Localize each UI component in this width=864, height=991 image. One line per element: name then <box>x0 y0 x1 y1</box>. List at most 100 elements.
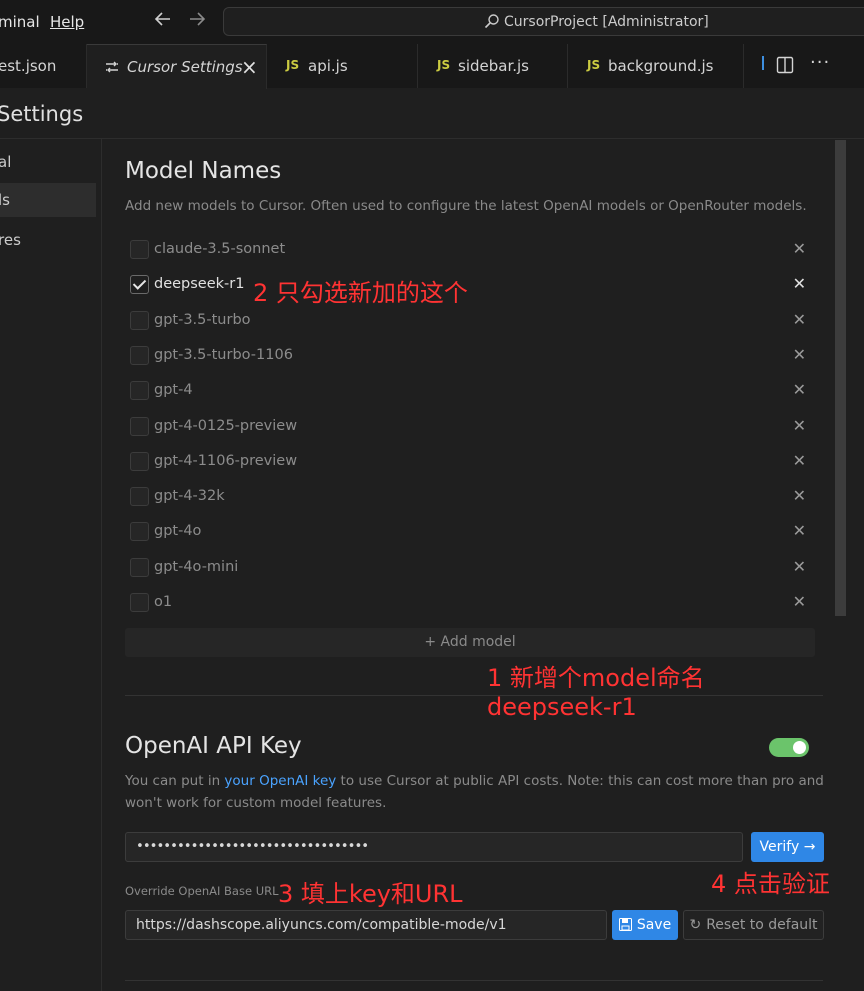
openai-section-description: You can put in your OpenAI key to use Cu… <box>125 770 825 814</box>
sidebar-item-label: ls <box>0 191 10 209</box>
model-checkbox[interactable] <box>130 522 149 541</box>
tab-test-json[interactable]: est.json <box>0 44 87 88</box>
model-checkbox[interactable] <box>130 346 149 365</box>
model-checkbox[interactable] <box>130 452 149 471</box>
model-checkbox[interactable] <box>130 417 149 436</box>
page-title: Settings <box>0 102 84 126</box>
tab-sidebar-js[interactable]: JS sidebar.js <box>418 44 568 88</box>
sidebar-item-features[interactable]: res <box>0 223 96 257</box>
search-icon <box>484 14 499 29</box>
close-tab-icon[interactable]: × <box>241 55 258 79</box>
sidebar-item-label: res <box>0 231 21 249</box>
remove-model-icon[interactable]: ✕ <box>793 592 806 611</box>
menu-help[interactable]: Help <box>50 13 84 31</box>
model-name: gpt-4o-mini <box>154 559 239 575</box>
base-url-label: Override OpenAI Base URL <box>125 884 279 898</box>
remove-model-icon[interactable]: ✕ <box>793 416 806 435</box>
javascript-file-icon: JS <box>587 58 601 72</box>
model-row[interactable]: claude-3.5-sonnet ✕ <box>130 235 816 265</box>
remove-model-icon[interactable]: ✕ <box>793 451 806 470</box>
desc-text: You can put in <box>125 773 225 789</box>
remove-model-icon[interactable]: ✕ <box>793 521 806 540</box>
tab-label: api.js <box>308 57 348 75</box>
model-checkbox[interactable] <box>130 558 149 577</box>
sidebar-item-models[interactable]: ls <box>0 183 96 217</box>
save-icon <box>618 912 632 942</box>
section-divider <box>125 980 823 981</box>
openai-key-link[interactable]: your OpenAI key <box>224 773 336 789</box>
annotation-step-1-line2: deepseek-r1 <box>487 693 637 721</box>
model-name: gpt-3.5-turbo <box>154 312 251 328</box>
header-divider <box>0 138 864 139</box>
remove-model-icon[interactable]: ✕ <box>793 345 806 364</box>
remove-model-icon[interactable]: ✕ <box>793 380 806 399</box>
menu-terminal[interactable]: minal <box>0 13 40 31</box>
tab-api-js[interactable]: JS api.js <box>267 44 418 88</box>
title-bar: minal Help CursorProject [Administrator] <box>0 0 864 44</box>
menu-help-label: Help <box>50 13 85 31</box>
model-name: gpt-4-0125-preview <box>154 418 298 434</box>
remove-model-icon[interactable]: ✕ <box>793 239 806 258</box>
section-divider <box>125 695 823 696</box>
settings-sliders-icon <box>104 59 120 79</box>
model-row[interactable]: gpt-4o-mini ✕ <box>130 553 816 583</box>
model-row[interactable]: gpt-4 ✕ <box>130 376 816 406</box>
command-center[interactable]: CursorProject [Administrator] <box>223 7 864 36</box>
add-model-button[interactable]: + Add model <box>125 628 815 657</box>
model-name: gpt-4o <box>154 523 202 539</box>
model-name: deepseek-r1 <box>154 276 245 292</box>
remove-model-icon[interactable]: ✕ <box>793 486 806 505</box>
tab-overflow-indicator <box>762 56 765 70</box>
annotation-step-4: 4 点击验证 <box>711 870 830 898</box>
tab-label: Cursor Settings <box>127 58 243 76</box>
tab-label: sidebar.js <box>458 57 529 75</box>
tab-label: est.json <box>0 57 57 75</box>
more-actions-icon[interactable]: ··· <box>810 52 830 73</box>
model-row[interactable]: o1 ✕ <box>130 588 816 618</box>
model-name: gpt-4 <box>154 382 193 398</box>
openai-section-title: OpenAI API Key <box>125 733 302 759</box>
verify-button[interactable]: Verify → <box>751 832 824 862</box>
reset-to-default-button[interactable]: ↻ Reset to default <box>683 910 824 940</box>
annotation-step-3: 3 填上key和URL <box>278 880 463 908</box>
remove-model-icon[interactable]: ✕ <box>793 310 806 329</box>
model-row[interactable]: gpt-4-0125-preview ✕ <box>130 412 816 442</box>
model-row[interactable]: gpt-4-32k ✕ <box>130 482 816 512</box>
settings-sidebar: al ls res <box>0 139 102 991</box>
model-row[interactable]: gpt-4o ✕ <box>130 517 816 547</box>
sidebar-item-label: al <box>0 153 12 171</box>
models-section-description: Add new models to Cursor. Often used to … <box>125 198 807 214</box>
model-checkbox[interactable] <box>130 381 149 400</box>
model-checkbox[interactable] <box>130 275 149 294</box>
remove-model-icon[interactable]: ✕ <box>793 557 806 576</box>
model-name: o1 <box>154 594 173 610</box>
model-row[interactable]: gpt-3.5-turbo-1106 ✕ <box>130 341 816 371</box>
base-url-input[interactable]: https://dashscope.aliyuncs.com/compatibl… <box>125 910 607 940</box>
tab-background-js[interactable]: JS background.js <box>568 44 744 88</box>
model-name: gpt-4-1106-preview <box>154 453 298 469</box>
save-button[interactable]: Save <box>612 910 678 940</box>
model-checkbox[interactable] <box>130 487 149 506</box>
model-name: gpt-3.5-turbo-1106 <box>154 347 293 363</box>
api-key-input[interactable]: •••••••••••••••••••••••••••••••••• <box>125 832 743 862</box>
model-checkbox[interactable] <box>130 311 149 330</box>
command-center-content: CursorProject [Administrator] <box>484 13 709 30</box>
model-checkbox[interactable] <box>130 593 149 612</box>
annotation-step-2: 2 只勾选新加的这个 <box>253 279 468 307</box>
scrollbar[interactable] <box>835 140 846 616</box>
remove-model-icon[interactable]: ✕ <box>793 274 806 293</box>
openai-key-toggle[interactable] <box>769 738 809 757</box>
tab-cursor-settings[interactable]: Cursor Settings × <box>87 44 267 89</box>
back-arrow-icon[interactable] <box>154 10 172 33</box>
split-editor-icon[interactable] <box>776 56 794 78</box>
javascript-file-icon: JS <box>437 58 451 72</box>
model-row[interactable]: gpt-4-1106-preview ✕ <box>130 447 816 477</box>
forward-arrow-icon[interactable] <box>188 10 206 33</box>
model-row[interactable]: gpt-3.5-turbo ✕ <box>130 306 816 336</box>
reset-icon: ↻ <box>689 917 702 933</box>
model-name: gpt-4-32k <box>154 488 225 504</box>
model-row[interactable]: deepseek-r1 ✕ <box>130 270 816 300</box>
sidebar-item-general[interactable]: al <box>0 145 96 179</box>
editor-tab-bar: est.json Cursor Settings × JS api.js JS … <box>0 44 864 89</box>
model-checkbox[interactable] <box>130 240 149 259</box>
